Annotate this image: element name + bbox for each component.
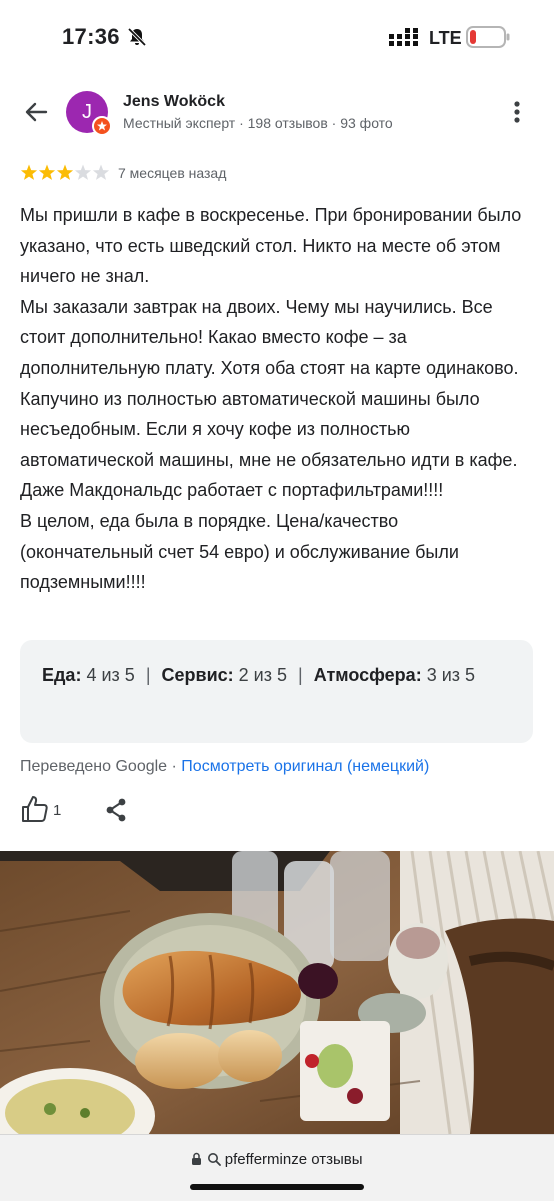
reviewer-meta: Местный эксперт · 198 отзывов · 93 фото — [123, 115, 393, 131]
status-bar: 17:36 LTE — [0, 0, 554, 76]
local-guide-badge-icon — [92, 116, 112, 136]
like-count: 1 — [53, 802, 62, 819]
translation-row: Переведено Google · Посмотреть оригинал … — [20, 758, 429, 776]
star-filled-icon — [56, 164, 74, 180]
address-bar[interactable]: pfefferminze отзывы — [0, 1151, 554, 1168]
review-text: Мы пришли в кафе в воскресенье. При брон… — [20, 205, 522, 593]
review-header: J Jens Woköck Местный эксперт · 198 отзы… — [0, 80, 554, 144]
star-filled-icon — [38, 164, 56, 180]
back-arrow-icon[interactable] — [20, 96, 52, 128]
signal-icon — [389, 28, 418, 46]
star-empty-icon — [92, 164, 110, 180]
battery-low-icon — [466, 26, 510, 48]
separator: | — [145, 665, 151, 685]
reviewer-name[interactable]: Jens Woköck — [123, 93, 225, 111]
thumbs-up-icon[interactable] — [20, 793, 50, 825]
separator: | — [298, 665, 303, 685]
review-photo[interactable] — [0, 851, 554, 1134]
star-rating — [20, 164, 110, 180]
service-value: 2 из 5 — [238, 665, 288, 685]
view-original-link[interactable]: Посмотреть оригинал (немецкий) — [181, 758, 429, 775]
dot-separator: · — [167, 758, 182, 775]
translated-by-label: Переведено Google — [20, 758, 168, 775]
search-icon — [207, 1153, 221, 1166]
network-label: LTE — [429, 28, 462, 48]
review-date: 7 месяцев назад — [118, 165, 227, 181]
food-value: 4 из 5 — [86, 665, 135, 685]
sub-ratings-box: Еда: 4 из 5 | Сервис: 2 из 5 | Атмосфера… — [20, 640, 533, 743]
service-label: Сервис: — [161, 665, 234, 685]
lock-icon — [192, 1152, 202, 1165]
breakfast-photo-image — [0, 851, 554, 1134]
atmosphere-label: Атмосфера: — [313, 665, 422, 685]
food-label: Еда: — [42, 665, 82, 685]
share-icon[interactable] — [104, 797, 128, 823]
browser-bottom-bar: pfefferminze отзывы — [0, 1134, 554, 1201]
more-options-icon[interactable] — [505, 96, 529, 128]
star-empty-icon — [74, 164, 92, 180]
home-indicator — [190, 1184, 364, 1190]
bell-off-icon — [127, 27, 147, 47]
status-time: 17:36 — [62, 24, 120, 49]
star-filled-icon — [20, 164, 38, 180]
atmosphere-value: 3 из 5 — [426, 665, 476, 685]
url-text: pfefferminze отзывы — [224, 1151, 363, 1168]
